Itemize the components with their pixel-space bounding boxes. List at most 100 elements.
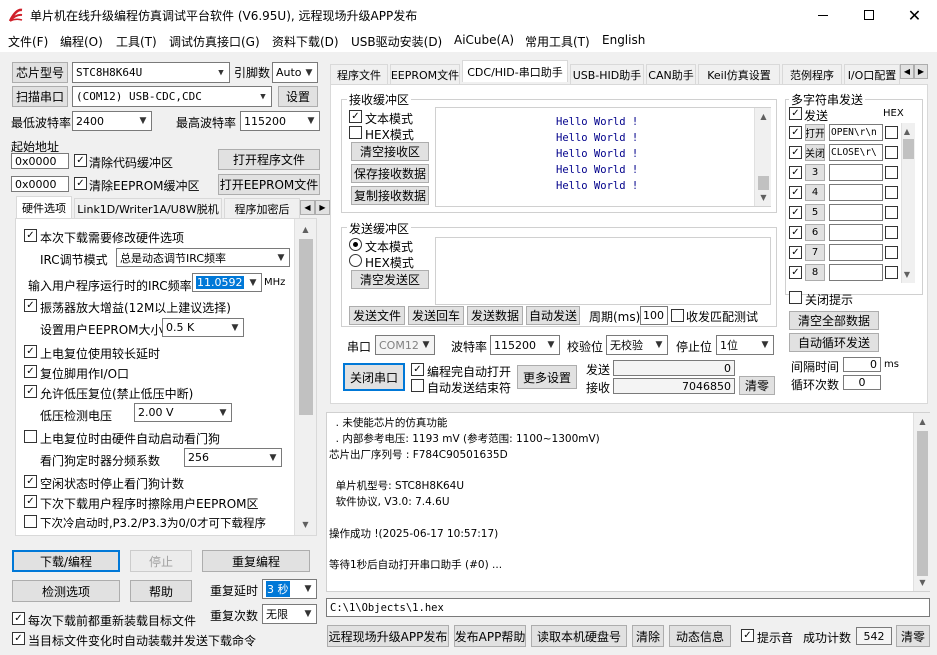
file-path-field[interactable]: C:\1\Objects\1.hex: [326, 598, 930, 617]
chip-model-select[interactable]: STC8H8K64U ▼: [72, 62, 230, 83]
multi-row-send-button[interactable]: 3: [805, 164, 825, 181]
multi-row-input[interactable]: [829, 224, 883, 241]
send-textarea[interactable]: [435, 237, 771, 305]
opt9-checkbox[interactable]: [24, 515, 37, 528]
opt4-checkbox[interactable]: ✓: [24, 365, 37, 378]
scroll-thumb[interactable]: [903, 139, 914, 159]
min-baud-select[interactable]: 2400 ▼: [72, 111, 152, 131]
scroll-up-icon[interactable]: ▲: [914, 413, 931, 430]
multi-row-input[interactable]: OPEN\r\n: [829, 124, 883, 141]
scroll-thumb[interactable]: [917, 431, 928, 576]
tab-keil[interactable]: Keil仿真设置: [698, 64, 780, 84]
lvd-select[interactable]: 2.00 V ▼: [134, 403, 232, 422]
help-button[interactable]: 帮助: [130, 580, 192, 602]
open-program-file-button[interactable]: 打开程序文件: [218, 149, 320, 170]
close-button[interactable]: ✕: [892, 0, 937, 30]
multi-row-hex-checkbox[interactable]: [885, 206, 898, 219]
scroll-up-icon[interactable]: ▲: [900, 123, 914, 140]
opt8-checkbox[interactable]: ✓: [24, 495, 37, 508]
dynamic-info-button[interactable]: 动态信息: [669, 625, 731, 647]
recv-hex-mode-checkbox[interactable]: [349, 126, 362, 139]
baud-select[interactable]: 115200 ▼: [490, 335, 560, 355]
tab-io-config[interactable]: I/O口配置: [844, 64, 900, 84]
menu-usb-driver[interactable]: USB驱动安装(D): [351, 33, 442, 50]
tab-hardware-options[interactable]: 硬件选项: [16, 196, 72, 218]
multi-row-hex-checkbox[interactable]: [885, 226, 898, 239]
parity-select[interactable]: 无校验 ▼: [606, 335, 668, 355]
recv-text-mode-checkbox[interactable]: ✓: [349, 110, 362, 123]
menu-debug[interactable]: 调试仿真接口(G): [169, 33, 260, 50]
multi-row-send-checkbox[interactable]: ✓: [789, 146, 802, 159]
interval-input[interactable]: 0: [843, 357, 881, 372]
opt7-checkbox[interactable]: ✓: [24, 475, 37, 488]
opt5-checkbox[interactable]: ✓: [24, 385, 37, 398]
multi-row-send-checkbox[interactable]: ✓: [789, 246, 802, 259]
multi-row-send-checkbox[interactable]: ✓: [789, 226, 802, 239]
opt2-checkbox[interactable]: ✓: [24, 299, 37, 312]
settings-button[interactable]: 设置: [278, 86, 318, 107]
save-receive-button[interactable]: 保存接收数据: [351, 164, 429, 183]
tab-examples[interactable]: 范例程序: [782, 64, 842, 84]
menu-common-tools[interactable]: 常用工具(T): [525, 33, 590, 50]
menu-tools[interactable]: 工具(T): [116, 33, 157, 50]
multi-row-send-checkbox[interactable]: ✓: [789, 206, 802, 219]
multi-row-input[interactable]: [829, 164, 883, 181]
clear-counts-button[interactable]: 清零: [739, 376, 775, 395]
stop-button[interactable]: 停止: [130, 550, 192, 572]
tab-offline-writer[interactable]: Link1D/Writer1A/U8W脱机: [74, 198, 222, 218]
multi-row-send-button[interactable]: 关闭: [805, 144, 825, 161]
send-data-button[interactable]: 发送数据: [467, 306, 523, 325]
auto-send-checkbox[interactable]: ✓: [12, 632, 25, 645]
read-disk-id-button[interactable]: 读取本机硬盘号: [531, 625, 627, 647]
irc-mode-select[interactable]: 总是动态调节IRC频率 ▼: [116, 248, 290, 267]
irc-freq-select[interactable]: 11.0592 ▼: [192, 273, 262, 292]
maximize-button[interactable]: [846, 0, 892, 30]
repeat-count-select[interactable]: 无限 ▼: [262, 604, 317, 624]
copy-receive-button[interactable]: 复制接收数据: [351, 186, 429, 205]
send-return-button[interactable]: 发送回车: [408, 306, 464, 325]
multi-row-send-button[interactable]: 打开: [805, 124, 825, 141]
menu-program[interactable]: 编程(O): [60, 33, 103, 50]
scan-port-button[interactable]: 扫描串口: [12, 86, 68, 107]
open-eeprom-file-button[interactable]: 打开EEPROM文件: [218, 174, 320, 195]
close-port-button[interactable]: 关闭串口: [343, 363, 405, 391]
hw-scrollbar[interactable]: ▲ ▼: [294, 219, 316, 535]
tab-scroll-right-icon[interactable]: ▶: [315, 200, 330, 215]
wdt-select[interactable]: 256 ▼: [184, 448, 282, 467]
multi-row-send-checkbox[interactable]: ✓: [789, 266, 802, 279]
menu-download[interactable]: 资料下载(D): [272, 33, 339, 50]
check-options-button[interactable]: 检测选项: [12, 580, 120, 602]
multi-row-input[interactable]: [829, 244, 883, 261]
multi-row-send-button[interactable]: 7: [805, 244, 825, 261]
tab-eeprom-file[interactable]: EEPROM文件: [390, 64, 460, 84]
multi-row-hex-checkbox[interactable]: [885, 146, 898, 159]
loop-count-input[interactable]: 0: [843, 375, 881, 390]
multi-row-hex-checkbox[interactable]: [885, 186, 898, 199]
multi-row-hex-checkbox[interactable]: [885, 126, 898, 139]
clear-send-button[interactable]: 清空发送区: [351, 270, 429, 289]
multi-row-input[interactable]: [829, 184, 883, 201]
scroll-thumb[interactable]: [299, 239, 313, 415]
tab-serial-assistant[interactable]: CDC/HID-串口助手: [462, 60, 568, 82]
tab-scroll-left-icon[interactable]: ◀: [300, 200, 315, 215]
scroll-up-icon[interactable]: ▲: [297, 221, 314, 238]
multi-row-input[interactable]: CLOSE\r\: [829, 144, 883, 161]
multi-row-send-button[interactable]: 5: [805, 204, 825, 221]
opt1-checkbox[interactable]: ✓: [24, 229, 37, 242]
multi-row-input[interactable]: [829, 264, 883, 281]
send-file-button[interactable]: 发送文件: [349, 306, 405, 325]
stop-bits-select[interactable]: 1位 ▼: [716, 335, 774, 355]
menu-aicube[interactable]: AiCube(A): [454, 33, 514, 47]
multi-row-hex-checkbox[interactable]: [885, 166, 898, 179]
eeprom-size-select[interactable]: 0.5 K ▼: [162, 318, 244, 337]
receive-textarea[interactable]: Hello World ! Hello World ! Hello World ! H…: [435, 107, 771, 207]
multi-row-send-button[interactable]: 8: [805, 264, 825, 281]
send-hex-mode-radio[interactable]: [349, 254, 362, 267]
port-select[interactable]: (COM12) USB-CDC,CDC ▼: [72, 86, 272, 107]
right-tab-scroll-right-icon[interactable]: ▶: [914, 64, 928, 79]
scroll-down-icon[interactable]: ▼: [900, 266, 914, 283]
clear-all-data-button[interactable]: 清空全部数据: [789, 311, 879, 330]
menu-english[interactable]: English: [602, 33, 645, 47]
eeprom-address-input[interactable]: 0x0000: [11, 176, 69, 192]
max-baud-select[interactable]: 115200 ▼: [240, 111, 320, 131]
